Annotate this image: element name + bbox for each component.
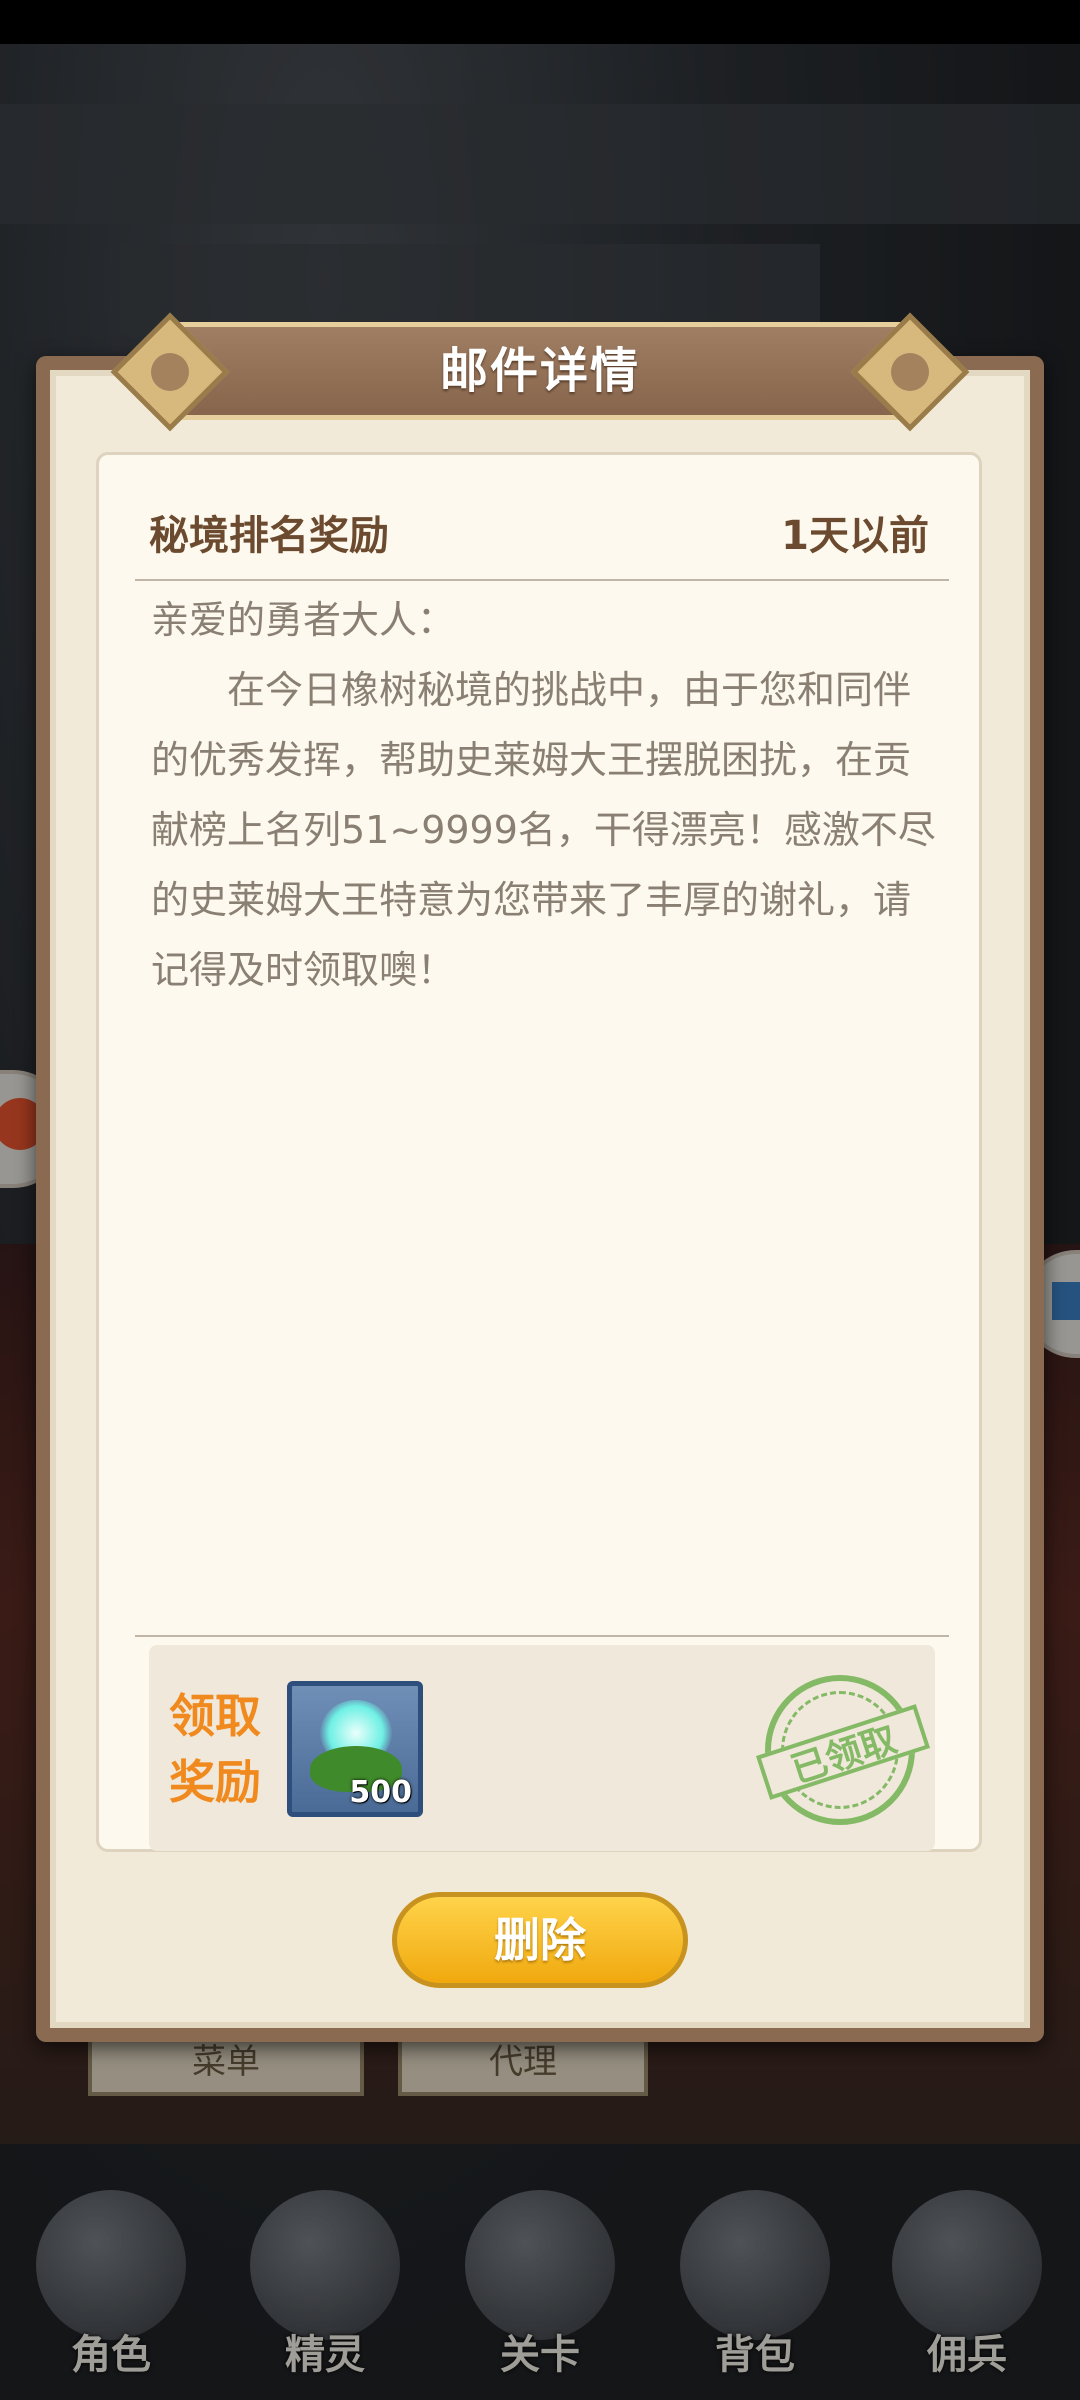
divider: [135, 1635, 949, 1637]
reward-count: 500: [349, 1775, 412, 1810]
mail-body: 亲爱的勇者大人： 在今日橡树秘境的挑战中，由于您和同伴的优秀发挥，帮助史莱姆大王…: [151, 585, 941, 1005]
reward-item[interactable]: 500: [287, 1681, 423, 1817]
reward-label-line: 领取: [169, 1689, 261, 1743]
status-bar: [0, 0, 1080, 44]
reward-panel: 领取 奖励 500 已领取: [149, 1645, 935, 1851]
mail-paragraph: 在今日橡树秘境的挑战中，由于您和同伴的优秀发挥，帮助史莱姆大王摆脱困扰，在贡献榜…: [151, 668, 936, 992]
mail-time: 1天以前: [781, 513, 929, 559]
reward-label-line: 奖励: [169, 1755, 261, 1809]
divider: [135, 579, 949, 581]
mail-card: 秘境排名奖励 1天以前 亲爱的勇者大人： 在今日橡树秘境的挑战中，由于您和同伴的…: [96, 452, 982, 1852]
mail-subject: 秘境排名奖励: [149, 513, 389, 559]
claimed-stamp: 已领取: [756, 1675, 930, 1825]
mail-greeting: 亲爱的勇者大人：: [151, 598, 456, 642]
reward-label: 领取 奖励: [169, 1683, 279, 1815]
delete-button[interactable]: 删除: [392, 1892, 688, 1988]
dialog-title: 邮件详情: [439, 343, 640, 399]
